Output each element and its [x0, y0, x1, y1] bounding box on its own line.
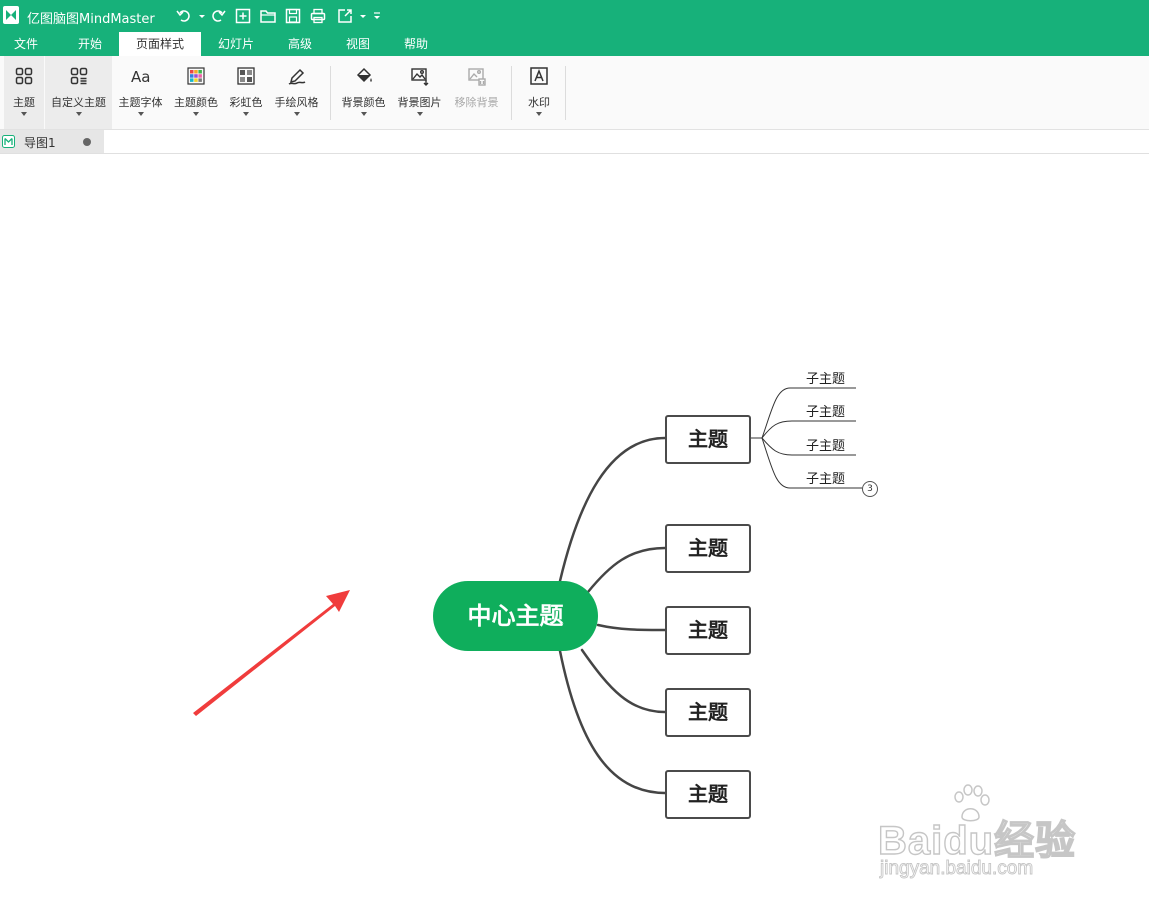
red-pointer-arrow — [193, 590, 350, 716]
baidu-watermark: Baidu经验 jingyan.baidu.com — [877, 784, 1088, 888]
watermark-url: jingyan.baidu.com — [880, 858, 1034, 880]
